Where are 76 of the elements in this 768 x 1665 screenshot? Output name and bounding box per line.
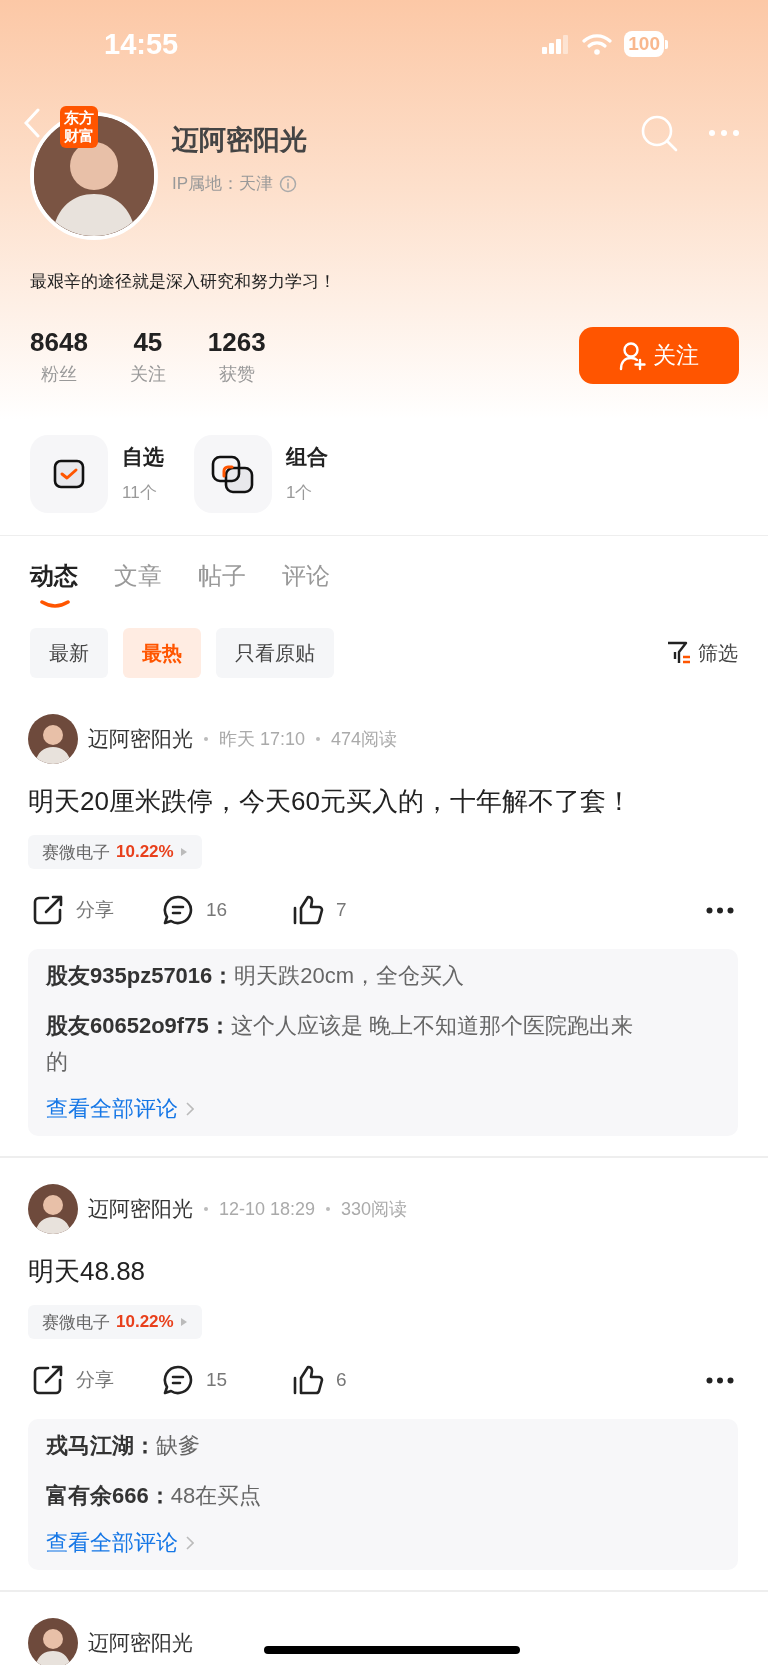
comment-icon[interactable] (162, 1364, 194, 1396)
tab-underline (40, 600, 70, 609)
overlap-squares-icon (210, 454, 256, 494)
ip-location: IP属地：天津 (172, 173, 274, 195)
avatar (28, 1184, 78, 1234)
view-all-comments-link[interactable]: 查看全部评论 (46, 1528, 194, 1558)
read-count: 330阅读 (341, 1198, 408, 1221)
view-all-comments-link[interactable]: 查看全部评论 (46, 1094, 194, 1124)
tab[interactable]: 评论 (282, 560, 330, 612)
thumbs-up-icon[interactable] (292, 1364, 324, 1396)
shortcut-tile[interactable] (194, 435, 272, 513)
stock-name: 赛微电子 (42, 1311, 110, 1334)
more-icon[interactable] (706, 906, 734, 914)
filter-icon[interactable] (666, 640, 692, 666)
triangle-icon (179, 847, 188, 857)
status-time: 14:55 (104, 27, 179, 61)
author-name[interactable]: 迈阿密阳光 (88, 1195, 193, 1223)
filter-label[interactable]: 筛选 (698, 639, 738, 667)
like-count[interactable]: 7 (336, 899, 347, 921)
comment-text: 股友935pz57016：明天跌20cm，全仓买入 (46, 962, 466, 990)
read-count: 474阅读 (331, 728, 398, 751)
comment-icon[interactable] (162, 894, 194, 926)
avatar (28, 714, 78, 764)
app-badge: 东方财富 (60, 106, 98, 148)
shortcut-count: 1个 (286, 482, 314, 504)
share-icon[interactable] (32, 1364, 64, 1396)
chevron-right-icon (186, 1536, 194, 1550)
stock-name: 赛微电子 (42, 841, 110, 864)
tab[interactable]: 帖子 (198, 560, 246, 612)
comment-text: 戎马江湖：缺爹 (46, 1432, 201, 1460)
profile-name: 迈阿密阳光 (172, 124, 308, 157)
stock-change: 10.22% (116, 1312, 174, 1332)
post-text: 明天20厘米跌停，今天60元买入的，十年解不了套！ (28, 785, 633, 818)
filter-chip[interactable]: 只看原贴 (216, 628, 334, 678)
post-text: 明天48.88 (28, 1255, 147, 1288)
filter-chip[interactable]: 最新 (30, 628, 108, 678)
follow-button[interactable]: 关注 (579, 327, 739, 384)
tab[interactable]: 动态 (30, 560, 78, 612)
comment-count[interactable]: 15 (206, 1369, 228, 1391)
signal-icon (542, 34, 571, 54)
tab[interactable]: 文章 (114, 560, 162, 612)
filter-chip[interactable]: 最热 (123, 628, 201, 678)
shortcut-count: 11个 (122, 482, 158, 504)
share-label[interactable]: 分享 (76, 1367, 114, 1393)
author-name[interactable]: 迈阿密阳光 (88, 1629, 193, 1657)
post-time: 12-10 18:29 (219, 1198, 316, 1220)
shortcut-title[interactable]: 组合 (286, 443, 328, 471)
chevron-right-icon (186, 1102, 194, 1116)
stat-label: 关注 (129, 363, 166, 386)
shortcut-title[interactable]: 自选 (122, 443, 164, 471)
more-icon[interactable] (706, 1376, 734, 1384)
wifi-icon (582, 33, 613, 55)
share-label[interactable]: 分享 (76, 897, 114, 923)
like-count[interactable]: 6 (336, 1369, 347, 1391)
author-name[interactable]: 迈阿密阳光 (88, 725, 193, 753)
stat-value: 1263 (207, 327, 266, 358)
battery-level: 100 (624, 31, 664, 57)
comment-text: 股友60652o9f75：这个人应该是 晚上不知道那个医院跑出来的 (46, 1012, 634, 1076)
shortcut-tile[interactable] (30, 435, 108, 513)
stock-change: 10.22% (116, 842, 174, 862)
comment-count[interactable]: 16 (206, 899, 228, 921)
stock-tag[interactable]: 赛微电子 10.22% (28, 835, 202, 869)
stat-value: 8648 (30, 327, 88, 358)
post-time: 昨天 17:10 (219, 728, 306, 751)
avatar (28, 1618, 78, 1665)
stat-label: 获赞 (218, 363, 255, 386)
add-user-icon (619, 340, 647, 371)
triangle-icon (179, 1317, 188, 1327)
stat-label: 粉丝 (40, 363, 77, 386)
thumbs-up-icon[interactable] (292, 894, 324, 926)
profile-bio: 最艰辛的途径就是深入研究和努力学习！ (29, 271, 337, 293)
checkbox-icon (53, 459, 85, 489)
stock-tag[interactable]: 赛微电子 10.22% (28, 1305, 202, 1339)
comment-text: 富有余666：48在买点 (46, 1482, 263, 1510)
stat-value: 45 (133, 327, 163, 358)
share-icon[interactable] (32, 894, 64, 926)
